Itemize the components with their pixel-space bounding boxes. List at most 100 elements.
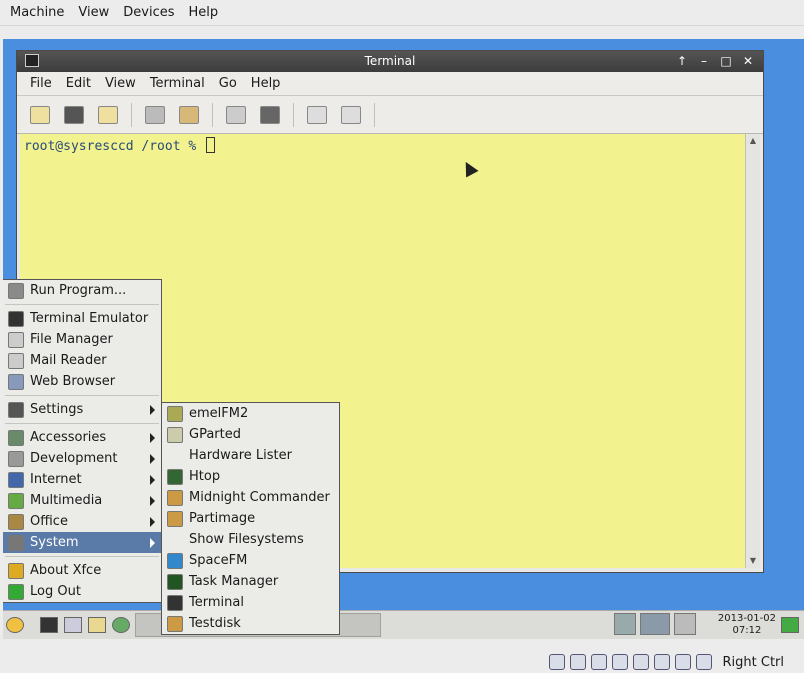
maximize-icon[interactable]: □	[715, 53, 737, 70]
terminal-menu-edit[interactable]: Edit	[59, 76, 98, 91]
system_menu-item-label: GParted	[189, 427, 241, 442]
main_menu-item-label: Settings	[30, 402, 84, 417]
taskbar-filemanager-icon[interactable]	[61, 613, 85, 637]
main_menu-item-label: Run Program...	[30, 283, 127, 298]
vbox-menu-view[interactable]: View	[71, 5, 116, 20]
shade-icon[interactable]: ↑	[671, 53, 693, 70]
system_menu-item-task-manager[interactable]: Task Manager	[162, 571, 339, 592]
scroll-down-icon[interactable]: ▼	[746, 554, 760, 568]
system_menu-item-spacefm[interactable]: SpaceFM	[162, 550, 339, 571]
main_menu-item-web-browser[interactable]: Web Browser	[3, 371, 161, 392]
new-tab-icon[interactable]	[25, 100, 55, 130]
main_menu-item-about-xfce[interactable]: About Xfce	[3, 560, 161, 581]
capture-icon[interactable]	[675, 654, 691, 670]
terminal-menu-go[interactable]: Go	[212, 76, 244, 91]
paste-icon[interactable]	[174, 100, 204, 130]
terminal-title: Terminal	[364, 54, 416, 68]
preferences-icon[interactable]	[255, 100, 285, 130]
taskbar-browser-icon[interactable]	[109, 613, 133, 637]
terminal-menu-help[interactable]: Help	[244, 76, 288, 91]
minimize-icon[interactable]: –	[693, 53, 715, 70]
settings-icon	[8, 401, 24, 418]
prev-tab-icon[interactable]	[302, 100, 332, 130]
mouse-integration-icon[interactable]	[696, 654, 712, 670]
vbox-menubar: Machine View Devices Help	[0, 0, 804, 26]
task-manager-icon	[167, 573, 183, 590]
internet-icon	[8, 471, 24, 488]
workspace-switcher[interactable]	[640, 613, 670, 635]
system_menu-item-emelfm2[interactable]: emelFM2	[162, 403, 339, 424]
main_menu-item-development[interactable]: Development	[3, 448, 161, 469]
system_menu-item-label: Htop	[189, 469, 221, 484]
terminal-menu-terminal[interactable]: Terminal	[143, 76, 212, 91]
main_menu-item-file-manager[interactable]: File Manager	[3, 329, 161, 350]
submenu-arrow-icon	[150, 454, 155, 464]
shared-folder-icon[interactable]	[633, 654, 649, 670]
vbox-menu-machine[interactable]: Machine	[3, 5, 71, 20]
star-icon	[8, 562, 24, 579]
terminal-icon	[8, 310, 24, 327]
gear-icon	[8, 534, 24, 551]
fullscreen-icon[interactable]	[221, 100, 251, 130]
main_menu-item-run-program[interactable]: Run Program...	[3, 280, 161, 301]
new-window-icon[interactable]	[93, 100, 123, 130]
system_menu-item-label: Task Manager	[189, 574, 279, 589]
main_menu-item-label: Multimedia	[30, 493, 103, 508]
main_menu-item-settings[interactable]: Settings	[3, 399, 161, 420]
main_menu-item-office[interactable]: Office	[3, 511, 161, 532]
next-tab-icon[interactable]	[336, 100, 366, 130]
camera-icon[interactable]	[674, 613, 696, 635]
main_menu-item-accessories[interactable]: Accessories	[3, 427, 161, 448]
system_menu-item-show-filesystems[interactable]: Show Filesystems	[162, 529, 339, 550]
terminal-toolbar	[17, 96, 763, 134]
usb-icon[interactable]	[591, 654, 607, 670]
scroll-up-icon[interactable]: ▲	[746, 134, 760, 148]
submenu-arrow-icon	[150, 538, 155, 548]
display-icon[interactable]	[654, 654, 670, 670]
xfce-menu-button[interactable]	[3, 613, 27, 637]
submenu-arrow-icon	[150, 517, 155, 527]
network-icon[interactable]	[614, 613, 636, 635]
system_menu-item-gparted[interactable]: GParted	[162, 424, 339, 445]
terminal-titlebar[interactable]: Terminal ↑ – □ ✕	[17, 51, 763, 72]
menu-separator	[5, 304, 159, 305]
close-icon[interactable]: ✕	[737, 53, 759, 70]
system_menu-item-hardware-lister[interactable]: Hardware Lister	[162, 445, 339, 466]
logout-icon	[8, 583, 24, 600]
system_menu-item-testdisk[interactable]: Testdisk	[162, 613, 339, 634]
taskbar-editor-icon[interactable]	[85, 613, 109, 637]
main_menu-item-mail-reader[interactable]: Mail Reader	[3, 350, 161, 371]
development-icon	[8, 450, 24, 467]
gparted-icon	[167, 426, 183, 443]
office-icon	[8, 513, 24, 530]
logout-icon[interactable]	[778, 613, 802, 637]
main_menu-item-label: About Xfce	[30, 563, 102, 578]
terminal-scrollbar[interactable]: ▲ ▼	[745, 134, 760, 568]
submenu-arrow-icon	[150, 496, 155, 506]
main_menu-item-internet[interactable]: Internet	[3, 469, 161, 490]
vbox-menu-help[interactable]: Help	[182, 5, 226, 20]
system_menu-item-label: SpaceFM	[189, 553, 248, 568]
terminal-menu-view[interactable]: View	[98, 76, 143, 91]
system_menu-item-htop[interactable]: Htop	[162, 466, 339, 487]
clock[interactable]: 2013-01-02 07:12	[718, 613, 776, 637]
close-tab-icon[interactable]	[59, 100, 89, 130]
toolbar-separator	[374, 102, 375, 127]
system_menu-item-terminal[interactable]: Terminal	[162, 592, 339, 613]
harddisk-icon[interactable]	[549, 654, 565, 670]
main_menu-item-terminal-emulator[interactable]: Terminal Emulator	[3, 308, 161, 329]
optical-drive-icon[interactable]	[570, 654, 586, 670]
emelfm2-icon	[167, 405, 183, 422]
terminal-menu-file[interactable]: File	[23, 76, 59, 91]
system_menu-item-partimage[interactable]: Partimage	[162, 508, 339, 529]
main_menu-item-multimedia[interactable]: Multimedia	[3, 490, 161, 511]
copy-icon[interactable]	[140, 100, 170, 130]
network-adapter-icon[interactable]	[612, 654, 628, 670]
guest-desktop: Terminal ↑ – □ ✕ File Edit View Terminal…	[3, 39, 804, 639]
system_menu-item-label: Hardware Lister	[189, 448, 292, 463]
main_menu-item-system[interactable]: System	[3, 532, 161, 553]
vbox-menu-devices[interactable]: Devices	[116, 5, 181, 20]
main_menu-item-log-out[interactable]: Log Out	[3, 581, 161, 602]
taskbar-terminal-icon[interactable]	[37, 613, 61, 637]
system_menu-item-midnight-commander[interactable]: Midnight Commander	[162, 487, 339, 508]
